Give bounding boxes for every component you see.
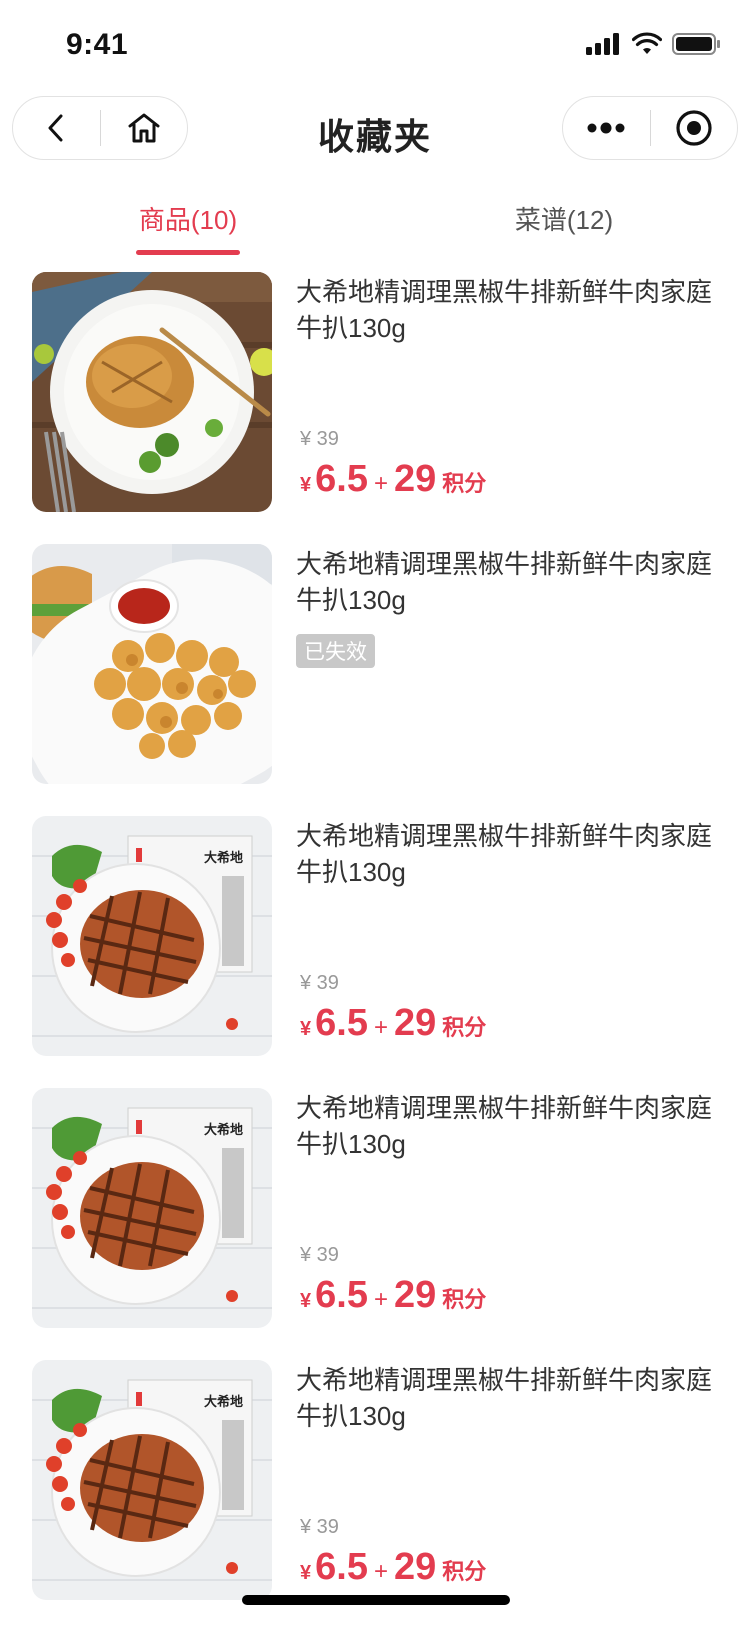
points-price: ¥ 6.5 + 29 积分 [300,1002,486,1045]
points-price: ¥ 6.5 + 29 积分 [300,1274,486,1317]
favorites-tabs: 商品(10) 菜谱(12) [0,190,750,260]
currency-symbol: ¥ [300,1290,312,1312]
product-title: 大希地精调理黑椒牛排新鲜牛肉家庭牛扒130g [296,277,713,343]
points-value: 29 [393,458,437,500]
beef-steak-image: 大希地 [32,816,272,1056]
product-title: 大希地精调理黑椒牛排新鲜牛肉家庭牛扒130g [296,1093,713,1159]
cash-price: 6.5 [315,1002,368,1044]
points-value: 29 [393,1274,437,1316]
close-miniprogram-button[interactable] [651,97,738,159]
cash-price: 6.5 [315,1274,368,1316]
points-value: 29 [393,1546,437,1588]
beef-steak-image: 大希地 [32,1088,272,1328]
battery-icon [672,33,720,55]
currency-symbol: ¥ [300,1562,312,1584]
plus-sign: + [373,1286,388,1313]
active-tab-indicator [136,250,240,255]
tab-goods[interactable]: 商品(10) [58,200,318,237]
list-item[interactable]: 大希地 大希地精调理黑椒牛排新鲜牛肉家庭牛扒130g ¥ 39 ¥ 6.5 + … [0,816,750,1088]
tab-recipes[interactable]: 菜谱(12) [434,200,694,237]
list-item[interactable]: 大希地精调理黑椒牛排新鲜牛肉家庭牛扒130g ¥ 39 ¥ 6.5 + 29 积… [0,272,750,544]
product-image: 大希地 [32,1360,272,1600]
package-brand: 大希地 [204,1122,243,1138]
beef-steak-image: 大希地 [32,1360,272,1600]
more-button[interactable] [563,97,650,159]
navbar: 收藏夹 [0,96,750,164]
popcorn-chicken-image [32,544,272,784]
nav-capsule-right [562,96,738,160]
package-brand: 大希地 [204,1394,243,1410]
product-title: 大希地精调理黑椒牛排新鲜牛肉家庭牛扒130g [296,821,713,887]
list-item[interactable]: 大希地 大希地精调理黑椒牛排新鲜牛肉家庭牛扒130g ¥ 39 ¥ 6.5 + … [0,1360,750,1632]
product-image: 大希地 [32,816,272,1056]
points-price: ¥ 6.5 + 29 积分 [300,1546,486,1589]
status-icons [586,32,722,56]
points-label: 积分 [442,471,487,496]
points-price: ¥ 6.5 + 29 积分 [300,458,486,501]
original-price: ¥ 39 [300,428,339,450]
target-circle-icon [676,110,712,146]
home-indicator [242,1595,510,1605]
status-bar: 9:41 [0,0,750,90]
package-brand: 大希地 [204,850,243,866]
invalid-status-badge: 已失效 [296,634,375,668]
plus-sign: + [373,1014,388,1041]
product-image [32,272,272,512]
cash-price: 6.5 [315,458,368,500]
points-label: 积分 [442,1559,487,1584]
chicken-steak-image [32,272,272,512]
currency-symbol: ¥ [300,474,312,496]
original-price: ¥ 39 [300,1516,339,1538]
plus-sign: + [373,1558,388,1585]
currency-symbol: ¥ [300,1018,312,1040]
product-image [32,544,272,784]
status-time: 9:41 [66,28,129,61]
points-label: 积分 [442,1015,487,1040]
wifi-icon [632,32,662,54]
product-image: 大希地 [32,1088,272,1328]
product-title: 大希地精调理黑椒牛排新鲜牛肉家庭牛扒130g [296,549,713,615]
cellular-signal-icon [586,33,619,55]
original-price: ¥ 39 [300,1244,339,1266]
original-price: ¥ 39 [300,972,339,994]
product-title: 大希地精调理黑椒牛排新鲜牛肉家庭牛扒130g [296,1365,713,1431]
list-item[interactable]: 大希地 大希地精调理黑椒牛排新鲜牛肉家庭牛扒130g ¥ 39 ¥ 6.5 + … [0,1088,750,1360]
plus-sign: + [373,470,388,497]
points-value: 29 [393,1002,437,1044]
cash-price: 6.5 [315,1546,368,1588]
more-dots-icon [587,122,625,134]
list-item[interactable]: 大希地精调理黑椒牛排新鲜牛肉家庭牛扒130g 已失效 [0,544,750,816]
points-label: 积分 [442,1287,487,1312]
favorites-list: 大希地精调理黑椒牛排新鲜牛肉家庭牛扒130g ¥ 39 ¥ 6.5 + 29 积… [0,272,750,1632]
